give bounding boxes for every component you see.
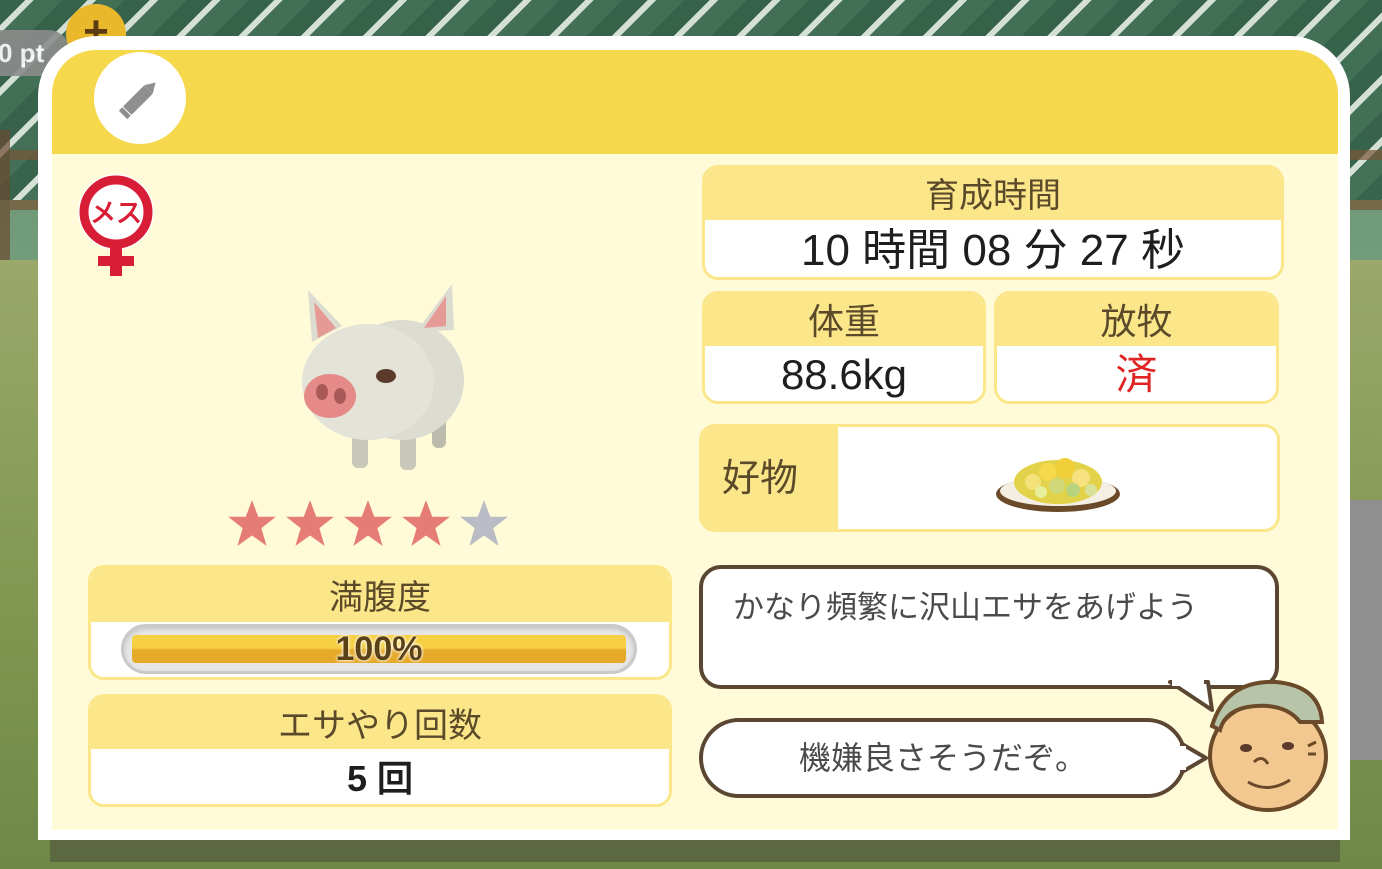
weight-label: 体重 (705, 294, 983, 346)
satiety-bar: 100% (121, 624, 637, 674)
weight-box: 体重 88.6kg (702, 291, 986, 404)
female-symbol-icon: メス (70, 170, 166, 280)
favorite-food-box: 好物 (699, 424, 1280, 532)
gender-label: メス (90, 199, 142, 229)
grazing-label: 放牧 (997, 294, 1276, 346)
breeding-time-label: 育成時間 (705, 168, 1281, 220)
satiety-value: 100% (335, 630, 423, 668)
breeding-time-value: 10 時間 08 分 27 秒 (801, 226, 1185, 275)
star-filled-icon (286, 500, 334, 546)
favorite-label: 好物 (702, 427, 838, 529)
edit-name-button[interactable] (94, 52, 186, 144)
feed-count-label: エサやり回数 (91, 697, 669, 749)
star-filled-icon (228, 500, 276, 546)
grazing-value: 済 (1115, 350, 1158, 399)
corn-feed-plate-icon (995, 458, 1120, 512)
satiety-label: 満腹度 (91, 568, 669, 622)
breeding-time-box: 育成時間 10 時間 08 分 27 秒 (702, 165, 1284, 280)
mood-speech-bubble: 機嫌良さそうだぞ。 (699, 718, 1187, 798)
feed-count-box: エサやり回数 5 回 (88, 694, 672, 807)
pig-image (282, 280, 482, 480)
star-filled-icon (402, 500, 450, 546)
satiety-box: 満腹度 100% (88, 565, 672, 680)
rarity-stars (226, 498, 526, 554)
advice-speech-bubble: かなり頻繁に沢山エサをあげよう (699, 565, 1279, 689)
weight-value: 88.6kg (780, 351, 908, 398)
grazing-box: 放牧 済 (994, 291, 1279, 404)
star-filled-icon (344, 500, 392, 546)
star-empty-icon (460, 500, 508, 546)
panel-header (52, 50, 1338, 154)
mood-text: 機嫌良さそうだぞ。 (798, 739, 1087, 777)
advice-text: かなり頻繁に沢山エサをあげよう (733, 590, 1198, 626)
farmer-avatar (1196, 676, 1334, 814)
pencil-icon (119, 82, 156, 119)
feed-count-value: 5 回 (346, 758, 414, 799)
